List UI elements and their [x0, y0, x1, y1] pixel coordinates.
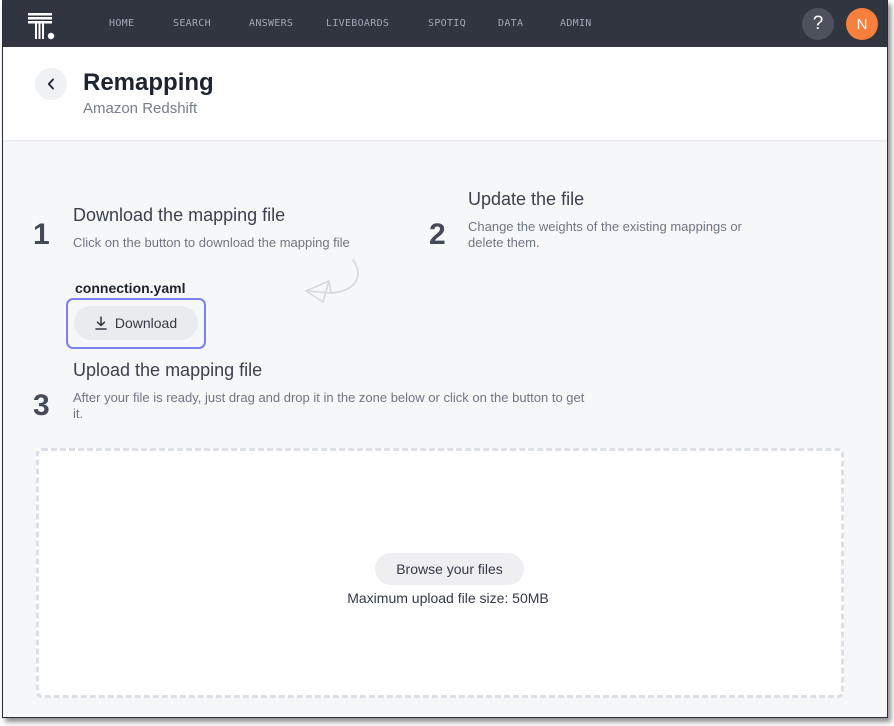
page-title: Remapping [83, 69, 214, 96]
download-button-label: Download [114, 315, 178, 331]
step-2-number: 2 [429, 218, 446, 251]
step-1-description: Click on the button to download the mapp… [73, 235, 350, 250]
step-3-number: 3 [33, 389, 50, 422]
step-3-title: Upload the mapping file [73, 360, 263, 380]
thoughtspot-logo-icon[interactable] [28, 13, 56, 40]
nav-admin[interactable]: ADMIN [560, 18, 592, 29]
step-1-number: 1 [33, 218, 50, 251]
page-header: Remapping Amazon Redshift [3, 47, 887, 141]
curved-arrow-icon [305, 259, 359, 303]
step-2-title: Update the file [468, 189, 585, 209]
avatar-initial: N [856, 15, 868, 33]
nav-spotiq[interactable]: SPOTIQ [428, 18, 466, 29]
download-icon [95, 316, 107, 330]
chevron-left-icon [47, 78, 54, 90]
help-icon: ? [812, 13, 824, 34]
step-3-description: After your file is ready, just drag and … [73, 390, 585, 421]
back-button[interactable] [35, 68, 67, 100]
browse-files-button[interactable]: Browse your files [375, 553, 524, 585]
top-nav: HOME SEARCH ANSWERS LIVEBOARDS SPOTIQ DA… [3, 0, 887, 47]
step-1-title: Download the mapping file [73, 205, 286, 225]
app-window: HOME SEARCH ANSWERS LIVEBOARDS SPOTIQ DA… [2, 0, 888, 718]
mapping-filename: connection.yaml [75, 280, 186, 296]
download-button[interactable]: Download [74, 306, 198, 340]
help-button[interactable]: ? [802, 8, 834, 40]
nav-home[interactable]: HOME [109, 18, 134, 29]
step-2-description: Change the weights of the existing mappi… [468, 219, 742, 250]
page-subtitle: Amazon Redshift [83, 100, 198, 117]
nav-answers[interactable]: ANSWERS [249, 18, 293, 29]
nav-liveboards[interactable]: LIVEBOARDS [326, 18, 389, 29]
user-avatar[interactable]: N [846, 8, 878, 40]
max-upload-size-text: Maximum upload file size: 50MB [347, 590, 549, 606]
nav-search[interactable]: SEARCH [173, 18, 211, 29]
nav-data[interactable]: DATA [498, 18, 523, 29]
